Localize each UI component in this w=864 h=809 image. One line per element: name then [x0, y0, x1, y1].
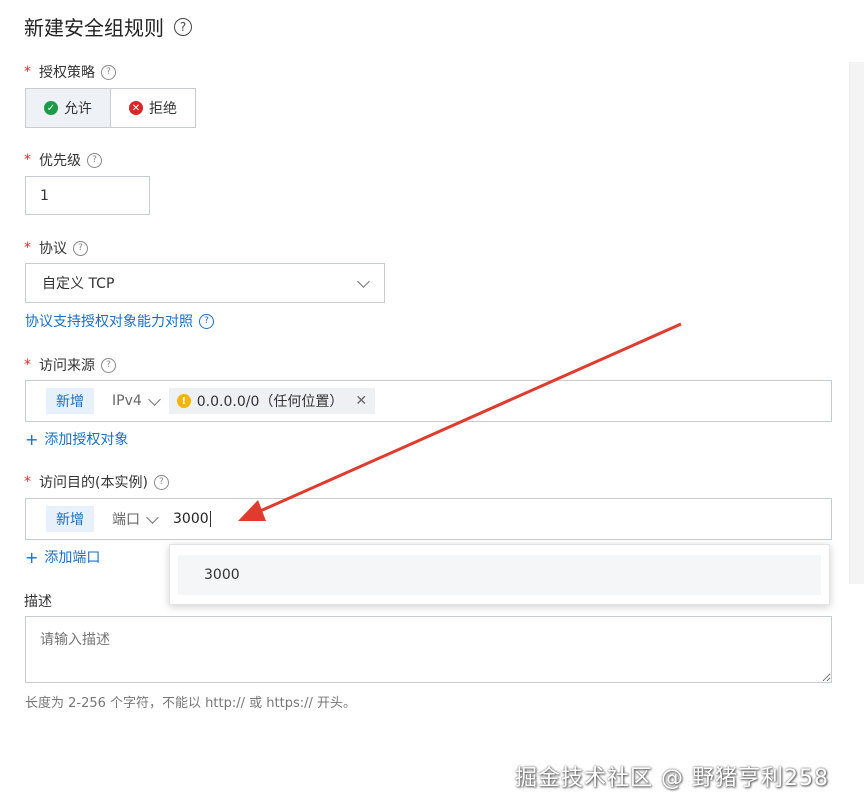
port-suggestion-item[interactable]: 3000: [178, 555, 821, 595]
page-title-text: 新建安全组规则: [24, 16, 164, 40]
source-label: * 访问来源 ?: [24, 355, 116, 375]
source-ip-text: 0.0.0.0/0（任何位置）: [196, 394, 344, 410]
new-tag: 新增: [46, 506, 94, 532]
source-type-select[interactable]: IPv4: [112, 392, 161, 409]
policy-allow-label: 允许: [64, 101, 92, 117]
add-port-text: 添加端口: [44, 550, 101, 566]
protocol-label-text: 协议: [39, 241, 67, 257]
source-label-text: 访问来源: [39, 358, 95, 374]
priority-input[interactable]: 1: [25, 176, 150, 215]
source-type-value: IPv4: [112, 393, 142, 409]
protocol-label: * 协议 ?: [24, 238, 88, 258]
source-input[interactable]: 新增 IPv4 ! 0.0.0.0/0（任何位置） ✕: [25, 380, 832, 422]
new-tag: 新增: [46, 388, 94, 414]
add-source-link[interactable]: + 添加授权对象: [25, 429, 128, 449]
check-circle-icon: ✓: [44, 101, 58, 115]
destination-label-text: 访问目的(本实例): [39, 475, 148, 491]
chevron-down-icon: [357, 274, 370, 288]
scrollbar[interactable]: [849, 62, 864, 584]
required-mark: *: [24, 64, 31, 80]
protocol-link-text: 协议支持授权对象能力对照: [25, 314, 193, 330]
policy-allow-button[interactable]: ✓ 允许: [26, 89, 111, 127]
required-mark: *: [24, 357, 31, 373]
port-input[interactable]: 3000: [173, 511, 211, 527]
watermark: 掘金技术社区 @ 野猪亨利258: [515, 766, 829, 791]
close-icon[interactable]: ✕: [355, 393, 367, 409]
destination-type-value: 端口: [112, 512, 140, 528]
required-mark: *: [24, 474, 31, 490]
policy-label: * 授权策略 ?: [24, 62, 116, 82]
source-ip-chip: ! 0.0.0.0/0（任何位置） ✕: [168, 388, 376, 414]
policy-toggle: ✓ 允许 ✕ 拒绝: [25, 88, 196, 128]
page-title: 新建安全组规则 ?: [24, 12, 192, 41]
protocol-capability-link[interactable]: 协议支持授权对象能力对照 ?: [25, 311, 214, 331]
description-label-text: 描述: [24, 594, 52, 610]
warning-icon: !: [176, 394, 191, 408]
help-icon[interactable]: ?: [87, 152, 102, 168]
port-suggestion-text: 3000: [204, 567, 240, 583]
port-value: 3000: [173, 511, 209, 527]
plus-icon: +: [25, 547, 39, 567]
description-hint: 长度为 2-256 个字符，不能以 http:// 或 https:// 开头。: [25, 696, 356, 711]
policy-deny-label: 拒绝: [149, 101, 177, 117]
policy-label-text: 授权策略: [39, 65, 95, 81]
priority-label-text: 优先级: [39, 153, 81, 169]
required-mark: *: [24, 240, 31, 256]
port-suggestion-dropdown: 3000: [169, 544, 830, 605]
description-textarea[interactable]: [25, 616, 832, 683]
help-icon[interactable]: ?: [174, 17, 192, 36]
add-port-link[interactable]: + 添加端口: [25, 547, 100, 567]
policy-deny-button[interactable]: ✕ 拒绝: [111, 89, 195, 127]
required-mark: *: [24, 152, 31, 168]
priority-value: 1: [40, 187, 49, 204]
help-icon[interactable]: ?: [153, 474, 169, 490]
priority-label: * 优先级 ?: [24, 150, 102, 170]
add-source-text: 添加授权对象: [44, 432, 129, 448]
protocol-select[interactable]: 自定义 TCP: [25, 263, 385, 303]
plus-icon: +: [25, 429, 39, 449]
help-icon[interactable]: ?: [73, 240, 88, 256]
chevron-down-icon: [147, 392, 161, 406]
chevron-down-icon: [146, 510, 159, 524]
protocol-value: 自定义 TCP: [42, 276, 115, 292]
destination-label: * 访问目的(本实例) ?: [24, 472, 169, 492]
help-icon[interactable]: ?: [101, 357, 116, 373]
help-icon: ?: [199, 313, 214, 329]
text-caret: [209, 511, 211, 527]
help-icon[interactable]: ?: [101, 64, 116, 80]
destination-type-select[interactable]: 端口: [112, 509, 159, 529]
description-label: 描述: [24, 591, 52, 611]
close-circle-icon: ✕: [129, 101, 143, 115]
destination-input[interactable]: 新增 端口 3000: [25, 498, 832, 540]
